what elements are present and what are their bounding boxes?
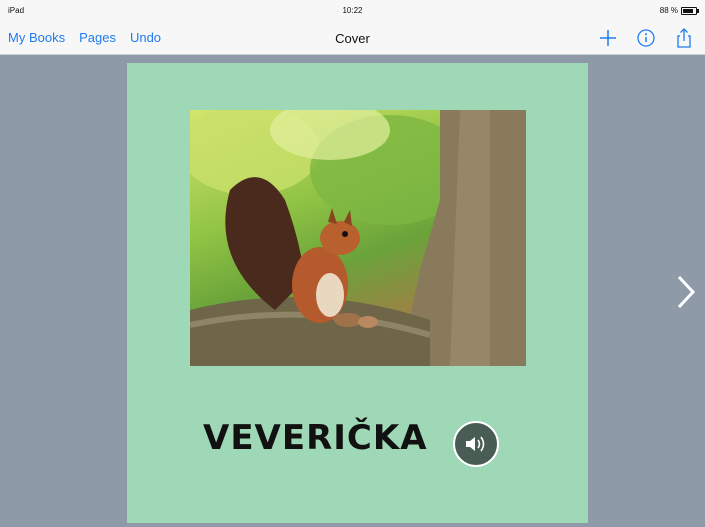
nav-right-group	[597, 27, 695, 49]
battery-icon	[681, 6, 699, 15]
chevron-right-icon[interactable]	[674, 274, 698, 310]
squirrel-photo	[190, 110, 526, 366]
nav-bar: My Books Pages Undo Cover	[0, 20, 705, 55]
battery-indicator: 88 %	[659, 6, 699, 15]
info-icon[interactable]	[635, 27, 657, 49]
clock: 10:22	[342, 6, 363, 15]
speaker-icon	[466, 436, 485, 452]
book-page: VEVERIČKA	[127, 63, 588, 523]
share-icon[interactable]	[673, 27, 695, 49]
battery-percent: 88 %	[659, 6, 678, 15]
play-sound-button[interactable]	[453, 421, 499, 467]
word-label: VEVERIČKA	[203, 418, 428, 458]
plus-icon[interactable]	[597, 27, 619, 49]
status-bar: iPad 10:22 88 %	[0, 0, 705, 20]
